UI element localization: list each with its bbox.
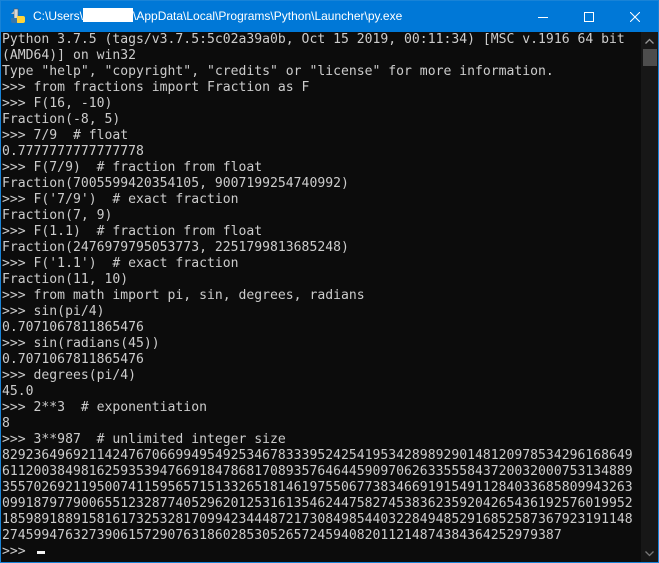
console-line: >>> degrees(pi/4) [2,368,137,383]
console-line: 3557026921195007411595657151332651814619… [2,480,633,495]
title-path-suffix: \AppData\Local\Programs\Python\Launcher\… [133,9,403,23]
python-launcher-icon [11,8,25,23]
console-line: Fraction(7005599420354105, 9007199254740… [2,176,349,191]
window-title: C:\Users\ \AppData\Local\Programs\Python\… [33,8,402,25]
console-output[interactable]: Python 3.7.5 (tags/v3.7.5:5c02a39a0b, Oc… [1,32,641,562]
console-line: >>> F('7/9') # exact fraction [2,192,239,207]
console-line: Fraction(11, 10) [2,272,129,287]
console-line: Python 3.7.5 (tags/v3.7.5:5c02a39a0b, Oc… [2,32,625,47]
console-line: >>> 7/9 # float [2,128,129,143]
console-line: 8292364969211424767066994954925346783339… [2,448,633,463]
console-line: 0.7071067811865476 [2,352,144,367]
console-line: >>> F(7/9) # fraction from float [2,160,263,175]
console-line: >>> 2**3 # exponentiation [2,400,207,415]
console-line: Fraction(-8, 5) [2,112,121,127]
vertical-scrollbar[interactable] [641,32,658,562]
minimize-button[interactable] [520,1,566,32]
input-prompt-line[interactable]: >>> [1,544,641,560]
console-line: 0.7777777777777778 [2,144,144,159]
prompt: >>> [2,544,34,559]
console-line: Type "help", "copyright", "credits" or "… [2,64,554,79]
chevron-up-icon [645,38,654,44]
scroll-down-button[interactable] [641,545,658,562]
console-line: 2745994763273906157290763186028530526572… [2,528,562,543]
title-bar[interactable]: C:\Users\ \AppData\Local\Programs\Python\… [1,1,658,32]
console-line: Fraction(2476979795053773, 2251799813685… [2,240,349,255]
scrollbar-thumb[interactable] [643,49,657,66]
console-line: 0.7071067811865476 [2,320,144,335]
console-line: >>> F('1.1') # exact fraction [2,256,239,271]
console-line: 8 [2,416,10,431]
console-line: >>> from fractions import Fraction as F [2,80,310,95]
console-line: 6112003849816259353947669184786817089357… [2,464,633,479]
maximize-button[interactable] [566,1,612,32]
console-line: >>> sin(pi/4) [2,304,105,319]
close-icon [630,11,640,22]
console-line: 0991879779006551232877405296201253161354… [2,496,633,511]
close-button[interactable] [612,1,658,32]
console-line: >>> 3**987 # unlimited integer size [2,432,286,447]
title-path-prefix: C:\Users\ [33,9,84,23]
console-line: >>> from math import pi, sin, degrees, r… [2,288,365,303]
console-line: Fraction(7, 9) [2,208,113,223]
minimize-icon [538,16,548,18]
chevron-down-icon [645,550,654,556]
console-line: >>> sin(radians(45)) [2,336,160,351]
text-cursor [36,551,45,554]
console-window: C:\Users\ \AppData\Local\Programs\Python\… [0,0,659,563]
console-line: (AMD64)] on win32 [2,48,137,63]
console-line: 45.0 [2,384,34,399]
maximize-icon [584,11,594,22]
console-line: >>> F(16, -10) [2,96,113,111]
console-line: 1859891889158161732532817099423444872173… [2,512,633,527]
console-line: >>> F(1.1) # fraction from float [2,224,263,239]
scroll-up-button[interactable] [641,32,658,49]
redacted-username [83,8,134,22]
